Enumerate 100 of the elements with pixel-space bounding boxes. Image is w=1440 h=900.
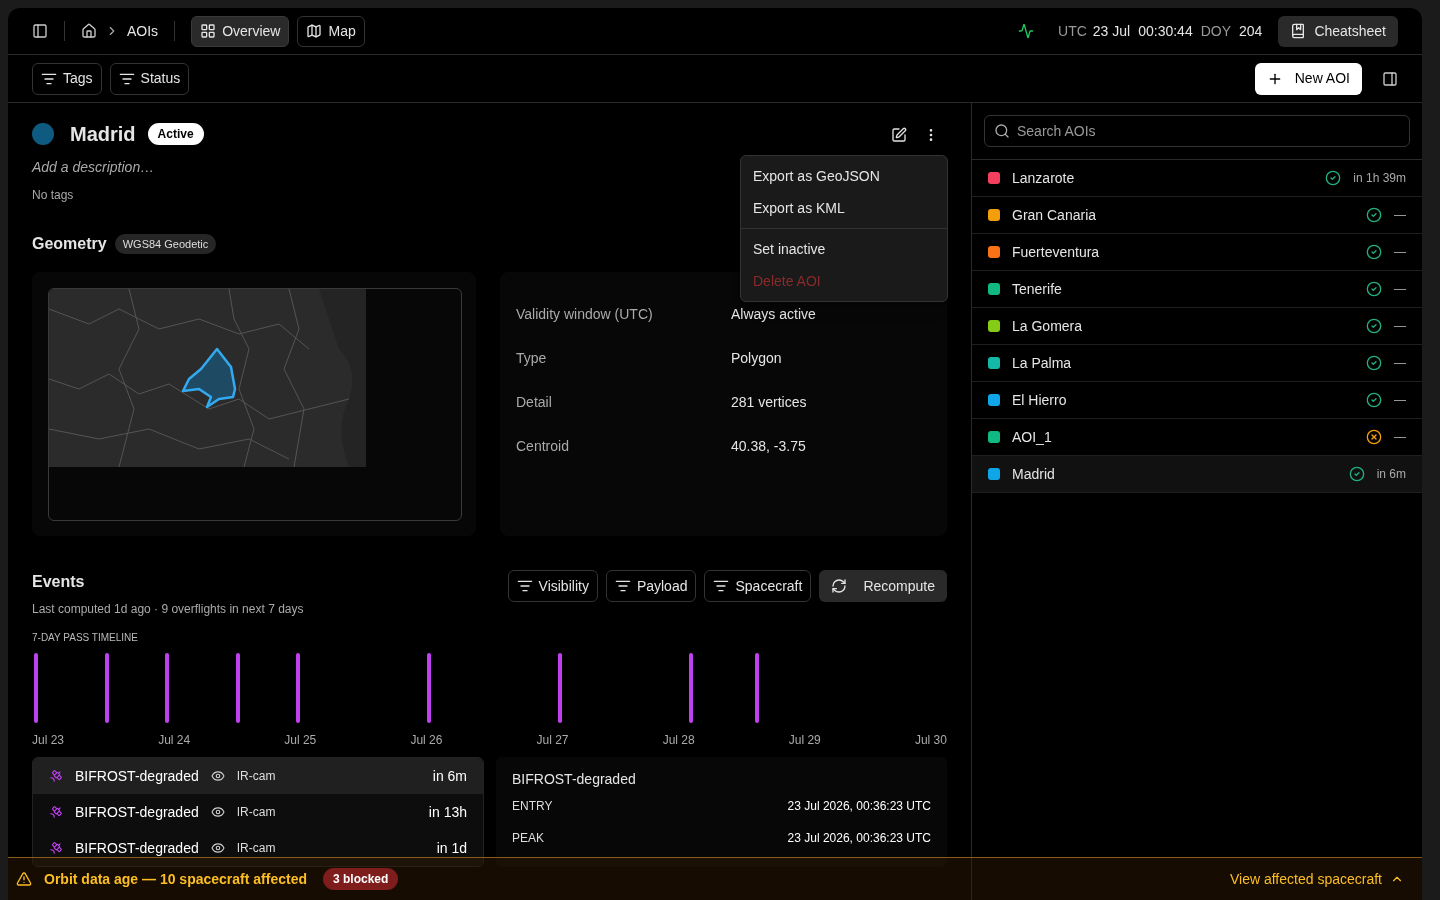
filter-icon: [516, 578, 533, 594]
aoi-name: La Palma: [1012, 353, 1072, 373]
aoi-name: La Gomera: [1012, 316, 1083, 336]
edit-icon[interactable]: [891, 127, 907, 143]
field-label: PEAK: [512, 830, 544, 847]
aoi-list-item[interactable]: El Hierro —: [972, 382, 1422, 419]
refresh-icon: [831, 578, 848, 594]
next-pass-text: —: [1394, 429, 1406, 446]
aoi-name: Lanzarote: [1012, 168, 1075, 188]
detail-value: Polygon: [731, 348, 782, 368]
next-pass-text: —: [1394, 318, 1406, 335]
next-pass-text: in 1h 39m: [1353, 170, 1406, 187]
aoi-list-item[interactable]: Lanzarote in 1h 39m: [972, 160, 1422, 197]
view-tab[interactable]: Overview: [191, 15, 290, 47]
detail-label: Centroid: [516, 436, 570, 456]
filter-icon: [614, 578, 631, 594]
aoi-title: Madrid: [70, 122, 136, 147]
aoi-list-item[interactable]: Madrid in 6m: [972, 456, 1422, 493]
status-badge: Active: [147, 123, 204, 145]
event-time: in 13h: [428, 802, 467, 822]
eye-icon: [210, 769, 225, 783]
timeline-date: Jul 25: [284, 732, 317, 749]
aoi-name: AOI_1: [1012, 427, 1052, 447]
activity-icon: [1018, 23, 1035, 39]
view-tab[interactable]: Map: [297, 15, 365, 47]
timeline-date: Jul 30: [914, 732, 947, 749]
payload-text: IR-cam: [236, 768, 276, 785]
event-time: in 1d: [436, 838, 467, 858]
crs-badge: WGS84 Geodetic: [114, 233, 217, 255]
filter-button[interactable]: Status: [109, 62, 190, 95]
filter-button[interactable]: Tags: [32, 62, 102, 95]
next-pass-text: —: [1394, 207, 1406, 224]
check-circle-icon: [1366, 318, 1382, 334]
aoi-name: Madrid: [1012, 464, 1055, 484]
timeline-title: 7-DAY PASS TIMELINE: [32, 631, 139, 645]
timeline-date: Jul 24: [158, 732, 191, 749]
grid-icon: [200, 23, 217, 39]
check-circle-icon: [1366, 244, 1382, 260]
detail-value: 281 vertices: [731, 392, 807, 412]
aoi-list-item[interactable]: Fuerteventura —: [972, 234, 1422, 271]
check-circle-icon: [1348, 466, 1365, 482]
event-detail-title: BIFROST-degraded: [512, 770, 637, 789]
clock-time: 00:30:44: [1138, 21, 1193, 41]
field-value: 23 Jul 2026, 00:36:23 UTC: [787, 830, 931, 847]
aoi-list-item[interactable]: La Gomera —: [972, 308, 1422, 345]
aoi-list-item[interactable]: Tenerife —: [972, 271, 1422, 308]
detail-value: 40.38, -3.75: [731, 436, 806, 456]
field-value: 23 Jul 2026, 00:36:23 UTC: [787, 798, 931, 815]
aoi-list-item[interactable]: Gran Canaria —: [972, 197, 1422, 234]
new-aoi-button[interactable]: New AOI: [1254, 62, 1362, 95]
check-circle-icon: [1366, 281, 1382, 297]
detail-label: Type: [516, 348, 548, 368]
panel-toggle-icon[interactable]: [1382, 70, 1398, 87]
filter-icon: [713, 578, 730, 594]
next-pass-text: —: [1394, 281, 1406, 298]
aoi-name: El Hierro: [1012, 390, 1067, 410]
menu-item[interactable]: Set inactive: [741, 233, 947, 265]
aoi-name: Gran Canaria: [1012, 205, 1097, 225]
satellite-icon: [49, 841, 63, 855]
event-time: in 6m: [432, 766, 467, 786]
sidebar-toggle-icon[interactable]: [32, 23, 48, 39]
filter-button[interactable]: Visibility: [507, 570, 598, 602]
breadcrumb-link[interactable]: AOIs: [127, 20, 159, 42]
section-title: Events: [32, 572, 86, 592]
doy-value: 204: [1239, 21, 1263, 41]
detail-value: Always active: [731, 304, 816, 324]
detail-label: Validity window (UTC): [516, 304, 654, 324]
timeline-date: Jul 28: [662, 732, 695, 749]
aoi-name: Tenerife: [1012, 279, 1062, 299]
cheatsheet-button[interactable]: Cheatsheet: [1278, 15, 1398, 47]
detail-label: Detail: [516, 392, 553, 412]
home-icon[interactable]: [81, 23, 97, 39]
check-circle-icon: [1325, 170, 1342, 186]
field-label: ENTRY: [512, 798, 553, 815]
next-pass-text: —: [1394, 244, 1406, 261]
eye-icon: [210, 805, 225, 819]
clock-date: 23 Jul: [1092, 21, 1131, 41]
book-icon: [1290, 23, 1307, 39]
event-name: BIFROST-degraded: [75, 838, 199, 858]
event-row[interactable]: BIFROST-degraded IR-cam in 6m: [33, 758, 483, 794]
events-subtitle: Last computed 1d ago · 9 overflights in next 7 days: [32, 601, 305, 618]
menu-item[interactable]: Export as KML: [741, 192, 947, 224]
view-affected-link[interactable]: View affected spacecraft: [1229, 868, 1404, 890]
section-title: Geometry: [32, 234, 107, 254]
check-circle-icon: [1366, 392, 1382, 408]
check-circle-icon: [1366, 355, 1382, 371]
filter-button[interactable]: Spacecraft: [704, 570, 812, 602]
aoi-list-item[interactable]: La Palma —: [972, 345, 1422, 382]
menu-item[interactable]: Export as GeoJSON: [741, 160, 947, 192]
filter-button[interactable]: Payload: [605, 570, 697, 602]
payload-text: IR-cam: [236, 840, 276, 857]
warning-icon: [16, 871, 32, 887]
banner-message: Orbit data age — 10 spacecraft affected: [44, 869, 307, 889]
aoi-name: Fuerteventura: [1012, 242, 1100, 262]
recompute-button[interactable]: Recompute: [819, 570, 947, 602]
search-field[interactable]: Search AOIs: [984, 115, 1410, 147]
timeline-date: Jul 23: [32, 732, 65, 749]
event-name: BIFROST-degraded: [75, 802, 199, 822]
tags-text: No tags: [32, 187, 75, 204]
payload-text: IR-cam: [236, 804, 276, 821]
